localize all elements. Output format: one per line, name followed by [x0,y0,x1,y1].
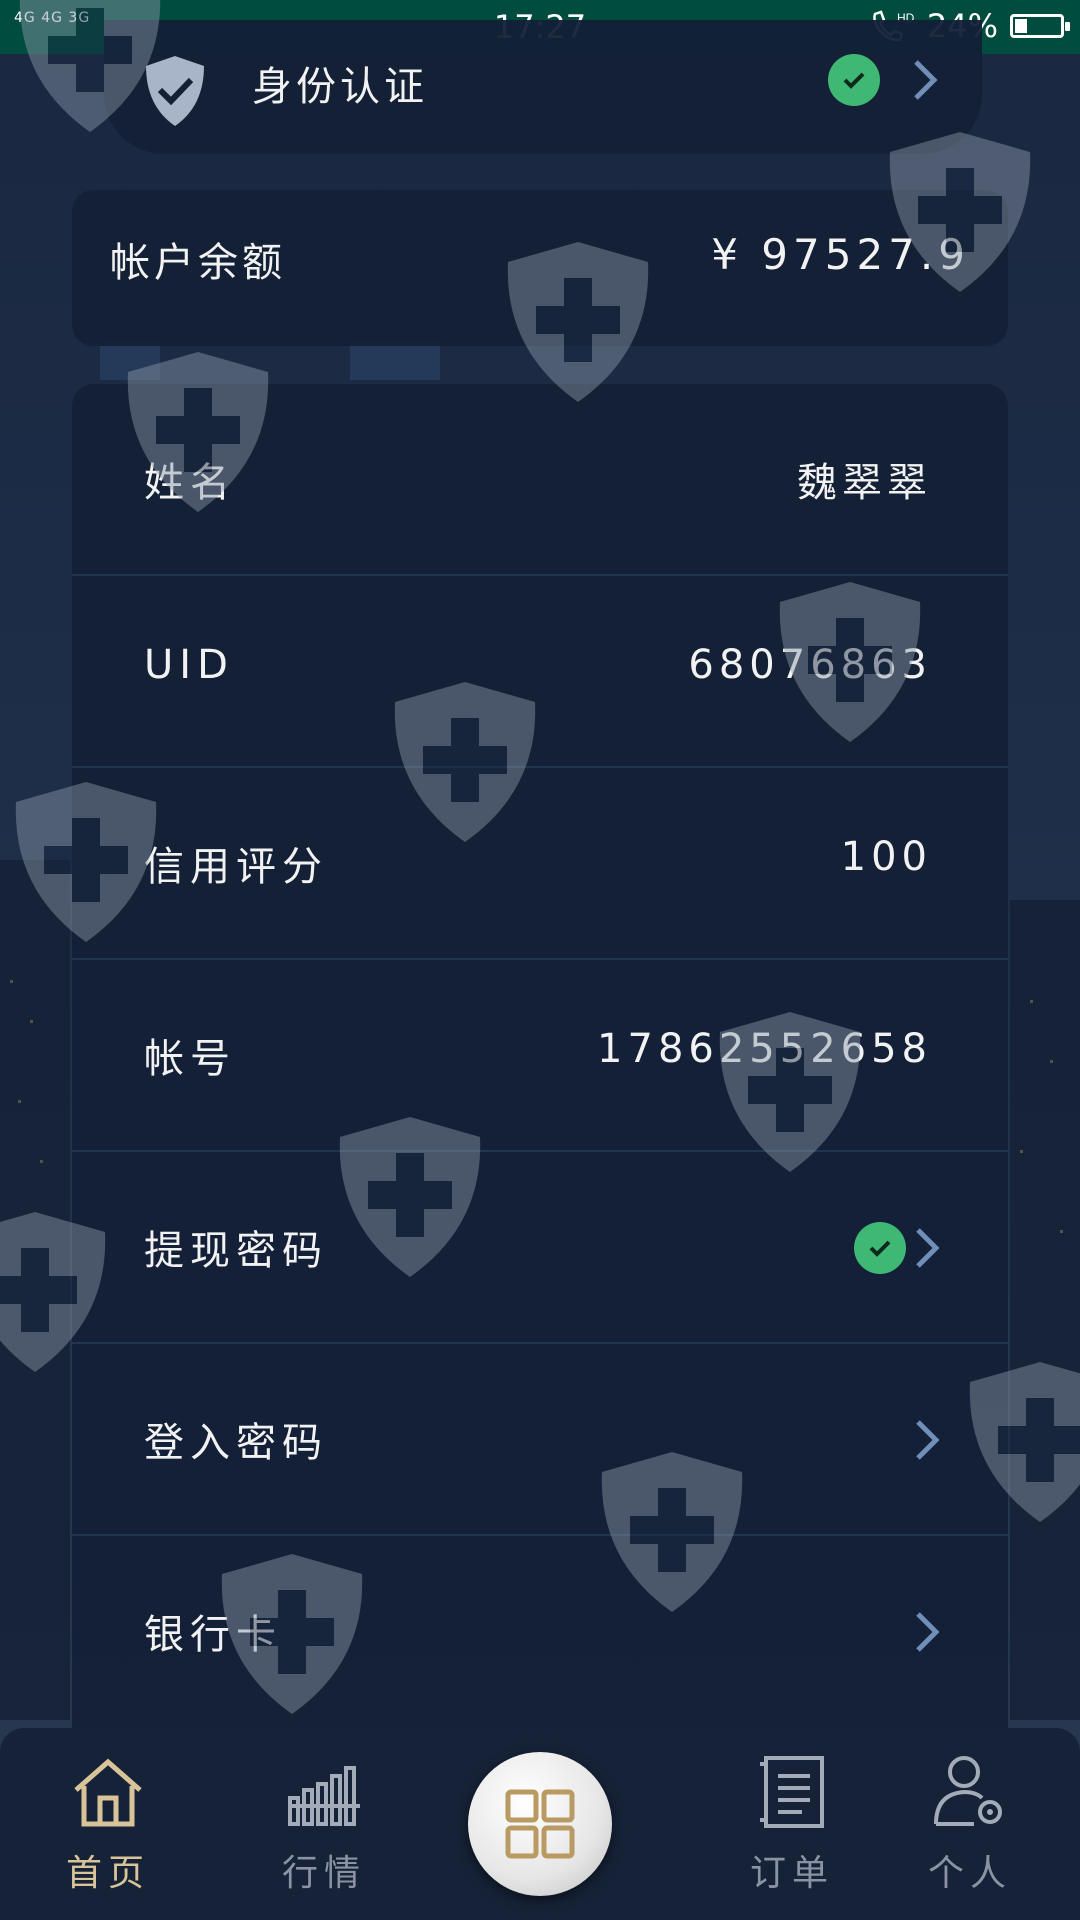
balance-label: 帐户余额 [110,240,286,286]
row-label: 信用评分 [144,844,328,890]
shield-check-icon [146,56,204,126]
row-withdraw-password[interactable]: 提现密码 [72,1152,1008,1344]
tab-personal[interactable]: 个人 [890,1754,1050,1896]
row-value: 68076863 [688,642,932,688]
row-credit-score: 信用评分 100 [72,768,1008,960]
row-label: 银行卡 [144,1612,282,1658]
tab-market[interactable]: 行情 [244,1754,404,1896]
row-login-password[interactable]: 登入密码 [72,1344,1008,1536]
identity-label: 身份认证 [252,64,428,110]
identity-verification-row[interactable]: 身份认证 [104,20,982,154]
chevron-right-icon [916,1228,940,1268]
profile-list: 姓名 魏翠翠 UID 68076863 信用评分 100 帐号 17862552… [72,384,1008,1734]
tab-home[interactable]: 首页 [28,1754,188,1896]
tab-label: 个人 [927,1853,1012,1894]
row-bank-card[interactable]: 银行卡 [72,1536,1008,1728]
account-balance-card: 帐户余额 ¥ 97527.9 [72,190,1008,346]
row-label: 登入密码 [144,1420,328,1466]
row-value: 100 [840,834,932,880]
row-value: 魏翠翠 [797,460,932,506]
row-account-number: 帐号 17862552658 [72,960,1008,1152]
chevron-right-icon [916,1612,940,1652]
row-name: 姓名 魏翠翠 [72,384,1008,576]
row-label: UID [144,642,234,688]
market-chart-icon [288,1766,360,1826]
verified-check-icon [828,54,880,106]
verified-check-icon [854,1222,906,1274]
row-label: 姓名 [144,460,236,506]
tab-label: 首页 [65,1853,150,1894]
row-label: 帐号 [144,1036,236,1082]
tab-label: 行情 [281,1853,366,1894]
center-menu-button[interactable] [468,1752,612,1896]
row-uid: UID 68076863 [72,576,1008,768]
order-list-icon [760,1756,824,1828]
home-icon [74,1758,142,1827]
row-label: 提现密码 [144,1228,328,1274]
row-value: 17862552658 [597,1026,932,1072]
battery-icon [1010,14,1070,38]
user-settings-icon [934,1756,1002,1826]
grid-menu-icon [505,1789,575,1859]
tab-orders[interactable]: 订单 [712,1754,872,1896]
chevron-right-icon [914,60,938,100]
chevron-right-icon [916,1420,940,1460]
tab-label: 订单 [749,1853,834,1894]
balance-value: ¥ 97527.9 [711,230,970,279]
